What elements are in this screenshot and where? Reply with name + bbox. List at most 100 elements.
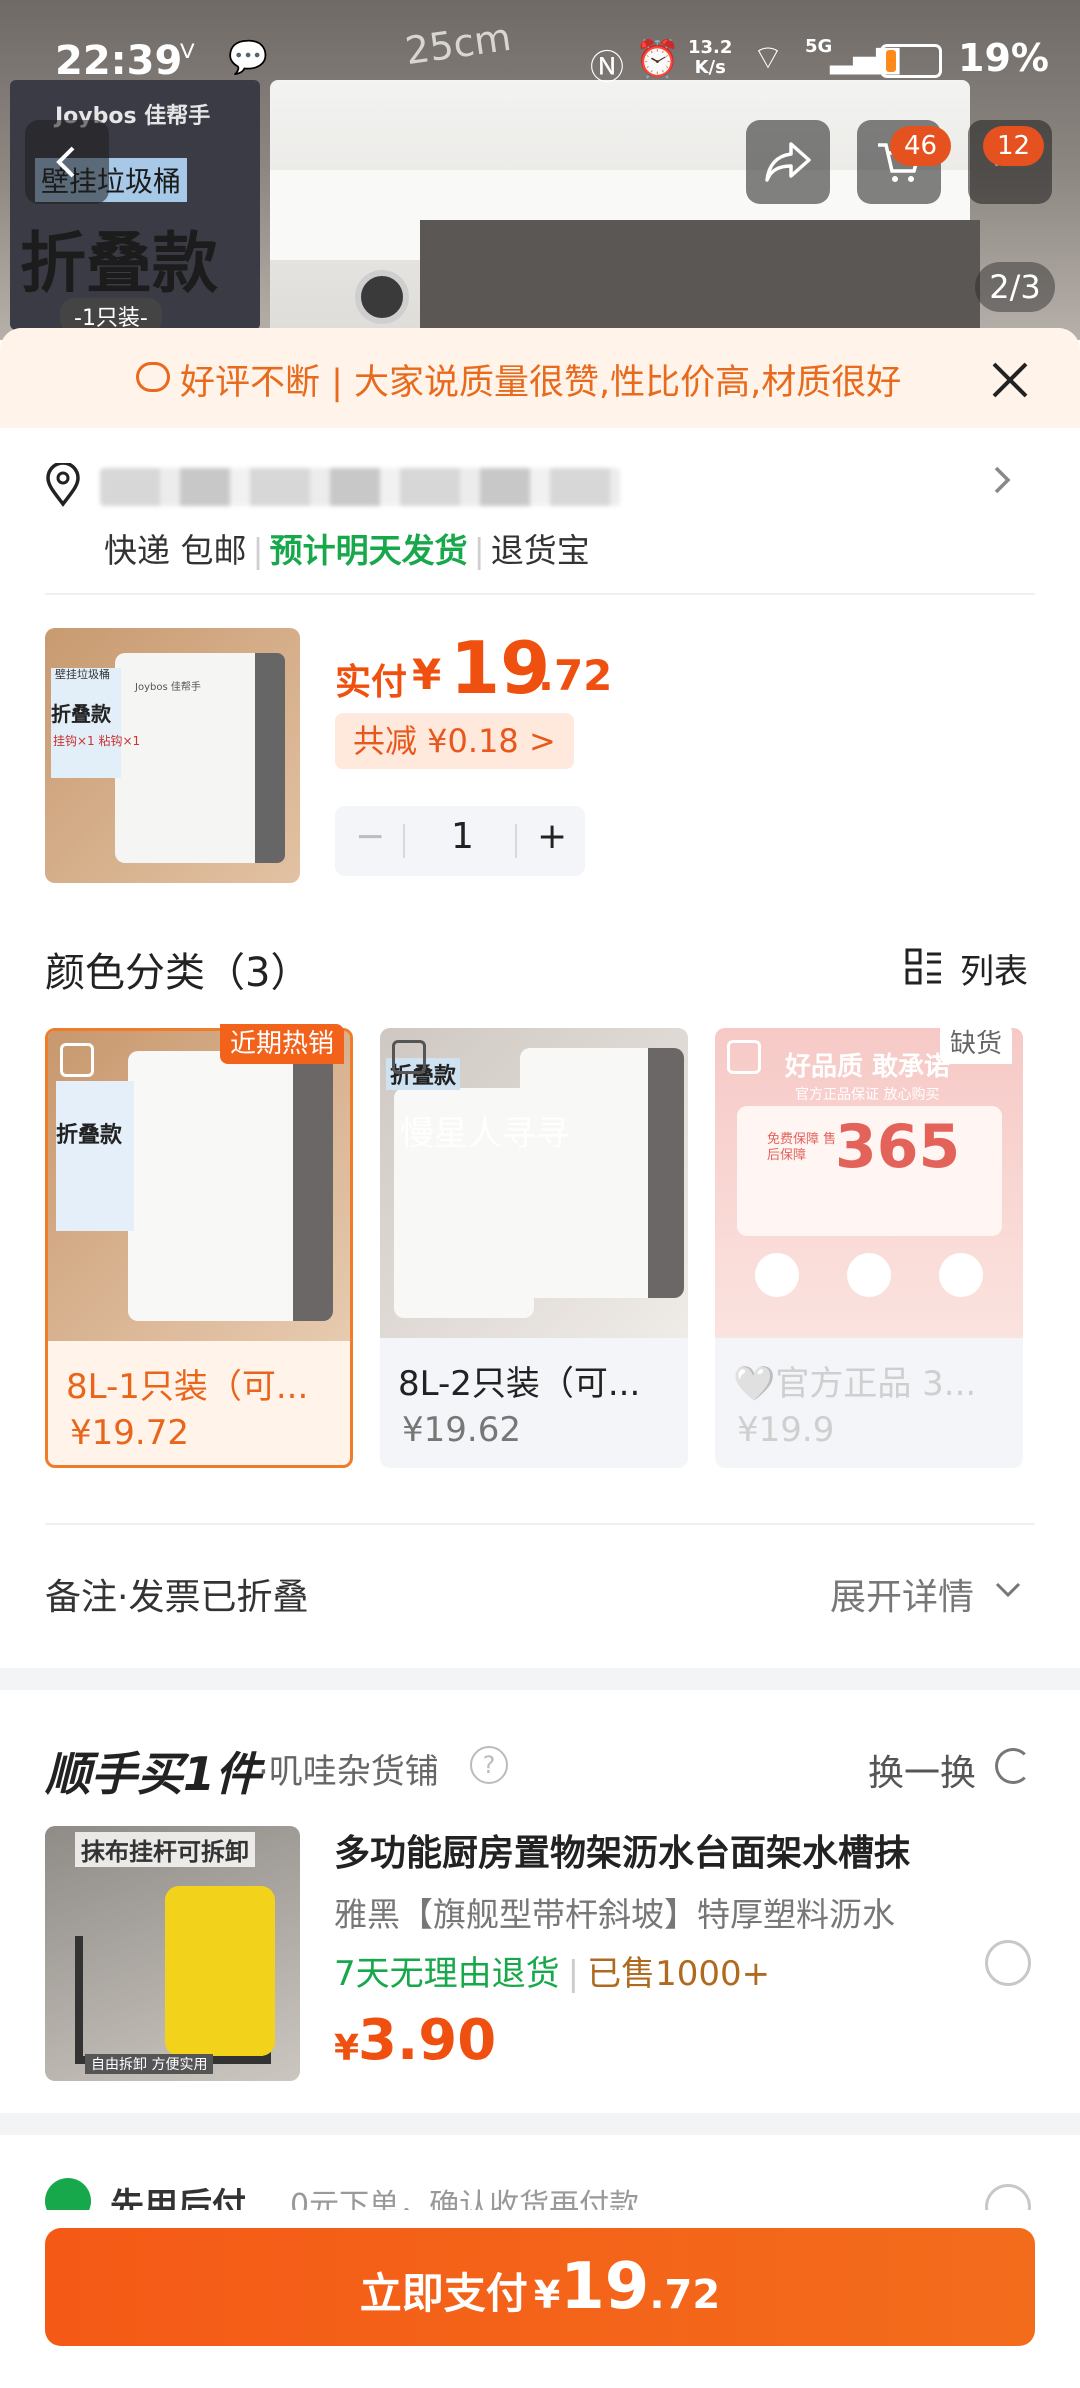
battery-icon xyxy=(880,44,942,78)
pay-currency: ¥ xyxy=(412,650,442,699)
hot-sale-tag: 近期热销 xyxy=(220,1024,345,1064)
refresh-icon[interactable] xyxy=(995,1748,1031,1784)
divider xyxy=(45,593,1035,595)
wifi-icon: ⌔ xyxy=(752,38,784,78)
hero-bin-hole xyxy=(355,270,409,324)
pay-label: 实付 xyxy=(335,662,408,703)
expand-details-button[interactable]: 展开详情 xyxy=(830,1568,974,1620)
close-notice-button[interactable] xyxy=(990,350,1030,412)
close-icon xyxy=(992,362,1028,398)
color-option-2[interactable]: 折叠款 慢星人寻寻 8L-2只装（可... ¥19.62 xyxy=(380,1028,688,1468)
swap-button[interactable]: 换一换 xyxy=(868,1744,976,1796)
battery-percent: 19% xyxy=(958,36,1049,80)
net-speed-value: 13.2 xyxy=(688,37,733,58)
thumb-bin-side xyxy=(255,653,285,863)
pay-now-price-dec: .72 xyxy=(649,2272,721,2318)
remark-label: 备注·发票已折叠 xyxy=(45,1577,309,1618)
chevron-left-icon xyxy=(56,146,75,178)
color-option-2-image: 折叠款 慢星人寻寻 xyxy=(380,1028,688,1338)
pay-now-button[interactable]: 立即支付 ¥ 19 .72 xyxy=(45,2228,1035,2346)
recommend-heading: 顺手买1件 xyxy=(45,1747,262,1801)
recommend-thumb-caption: 抹布挂杆可拆卸 xyxy=(75,1832,255,1867)
status-net-speed: 13.2 K/s xyxy=(688,38,732,78)
service-icon xyxy=(847,1253,891,1297)
color-option-2-price: ¥19.62 xyxy=(402,1410,521,1450)
shipping-eta: 预计明天发货 xyxy=(269,531,468,570)
expand-image-icon[interactable] xyxy=(392,1040,426,1074)
option-3-img-365: 365 xyxy=(835,1112,961,1182)
decrease-button[interactable]: − xyxy=(355,816,385,857)
return-policy-tag: 7天无理由退货 xyxy=(334,1954,560,1994)
thumb-title: 折叠款 xyxy=(51,702,111,726)
hero-bin-side xyxy=(420,220,980,340)
option-3-img-subtitle: 官方正品保证 放心购买 xyxy=(795,1087,940,1103)
color-option-1[interactable]: 折叠款 8L-1只装（可... ¥19.72 xyxy=(45,1028,353,1468)
signal-label: 5G xyxy=(805,36,833,57)
recommend-currency: ¥ xyxy=(334,2028,360,2069)
share-button[interactable] xyxy=(746,120,830,204)
order-sheet: 好评不断 | 大家说质量很赞,性比价高,材质很好 快递 包邮 | 预计明天发货 | 退货… xyxy=(0,328,1080,2388)
return-insurance: 退货宝 xyxy=(490,531,590,570)
pay-now-currency: ¥ xyxy=(533,2273,561,2317)
pay-price-dec: .72 xyxy=(538,651,613,700)
sold-count-tag: 已售1000+ xyxy=(587,1954,771,1994)
color-option-2-name: 8L-2只装（可... xyxy=(398,1364,641,1404)
section-gap xyxy=(0,2113,1080,2135)
chevron-down-icon xyxy=(993,1574,1023,1612)
product-thumbnail[interactable]: 壁挂垃圾桶 折叠款 挂钩×1 粘钩×1 Joybos 佳帮手 xyxy=(45,628,300,883)
thumb-subtitle: 壁挂垃圾桶 xyxy=(55,668,110,681)
image-pager: 2/3 xyxy=(975,262,1055,312)
color-option-1-price: ¥19.72 xyxy=(70,1413,189,1453)
divider xyxy=(45,1523,1035,1525)
option-3-img-left: 免费保障 售后保障 xyxy=(767,1132,837,1163)
color-option-3-image: 好品质 敢承诺 官方正品保证 放心购买 免费保障 售后保障 365 xyxy=(715,1028,1023,1338)
recommend-shop-name: ·叽哇杂货铺 xyxy=(258,1752,439,1792)
recommend-subtitle: 雅黑【旗舰型带杆斜坡】特厚塑料沥水 xyxy=(334,1895,895,1934)
guarantee-icon xyxy=(755,1253,799,1297)
quantity-stepper: − 1 + xyxy=(335,806,585,876)
expand-image-icon[interactable] xyxy=(60,1043,94,1077)
address-chevron[interactable] xyxy=(990,460,1016,510)
location-pin-icon xyxy=(46,463,80,507)
review-notice-bar: 好评不断 | 大家说质量很赞,性比价高,材质很好 xyxy=(0,328,1080,428)
nfc-icon: Ⓝ xyxy=(590,48,624,88)
review-notice-text: 好评不断 | 大家说质量很赞,性比价高,材质很好 xyxy=(180,363,902,403)
chat-bubble-icon xyxy=(136,362,170,392)
chevron-right-icon xyxy=(994,466,1011,494)
watermark-text: 慢星人寻寻 xyxy=(400,1114,570,1154)
color-option-3-price: ¥19.9 xyxy=(737,1410,835,1450)
thumb-tag: 挂钩×1 粘钩×1 xyxy=(53,734,141,748)
list-view-button[interactable]: 列表 xyxy=(960,944,1028,993)
help-icon[interactable]: ? xyxy=(470,1746,508,1784)
expand-image-icon[interactable] xyxy=(727,1040,761,1074)
shipping-method: 快递 包邮 xyxy=(104,531,247,570)
recommend-thumb-caption2: 自由拆卸 方便实用 xyxy=(85,2054,214,2074)
color-section-title: 颜色分类（3） xyxy=(45,950,311,996)
back-button[interactable] xyxy=(25,120,109,204)
address-redacted[interactable] xyxy=(100,468,620,506)
option-1-img-label: 折叠款 xyxy=(56,1123,123,1148)
pay-now-label: 立即支付 xyxy=(359,2269,528,2318)
option-3-img-title: 好品质 敢承诺 xyxy=(785,1052,951,1082)
recommend-select-radio[interactable] xyxy=(985,1940,1031,1986)
message-count-badge: 12 xyxy=(983,126,1045,166)
recommend-thumbnail[interactable]: 抹布挂杆可拆卸 自由拆卸 方便实用 xyxy=(45,1826,300,2081)
color-option-1-name: 8L-1只装（可... xyxy=(66,1367,309,1407)
color-option-3-name: 🤍官方正品 3... xyxy=(733,1364,977,1404)
color-option-1-image: 折叠款 xyxy=(48,1031,350,1341)
discount-badge[interactable]: 共减 ¥0.18 > xyxy=(335,713,574,769)
net-speed-unit: K/s xyxy=(694,57,726,78)
shipping-icon xyxy=(939,1253,983,1297)
status-time: 22:39 xyxy=(55,38,183,84)
pay-price-int: 19 xyxy=(450,626,551,710)
section-gap xyxy=(0,1668,1080,1690)
alarm-icon: ⏰ xyxy=(635,39,680,80)
color-option-3[interactable]: 好品质 敢承诺 官方正品保证 放心购买 免费保障 售后保障 365 🤍官方正品 … xyxy=(715,1028,1023,1468)
quantity-value[interactable]: 1 xyxy=(451,816,474,857)
status-bar: 22:39 13.2 K/s Ⓝ ⏰ ⌔ 5G ▂▄▆ 19% ⱽ 💬 xyxy=(0,0,1080,120)
recommend-title[interactable]: 多功能厨房置物架沥水台面架水槽抹 xyxy=(334,1824,910,1876)
increase-button[interactable]: + xyxy=(537,816,567,857)
wechat-icon: 💬 xyxy=(228,38,268,76)
cart-count-badge: 46 xyxy=(890,126,952,166)
app-notification-icon: ⱽ xyxy=(180,38,195,78)
